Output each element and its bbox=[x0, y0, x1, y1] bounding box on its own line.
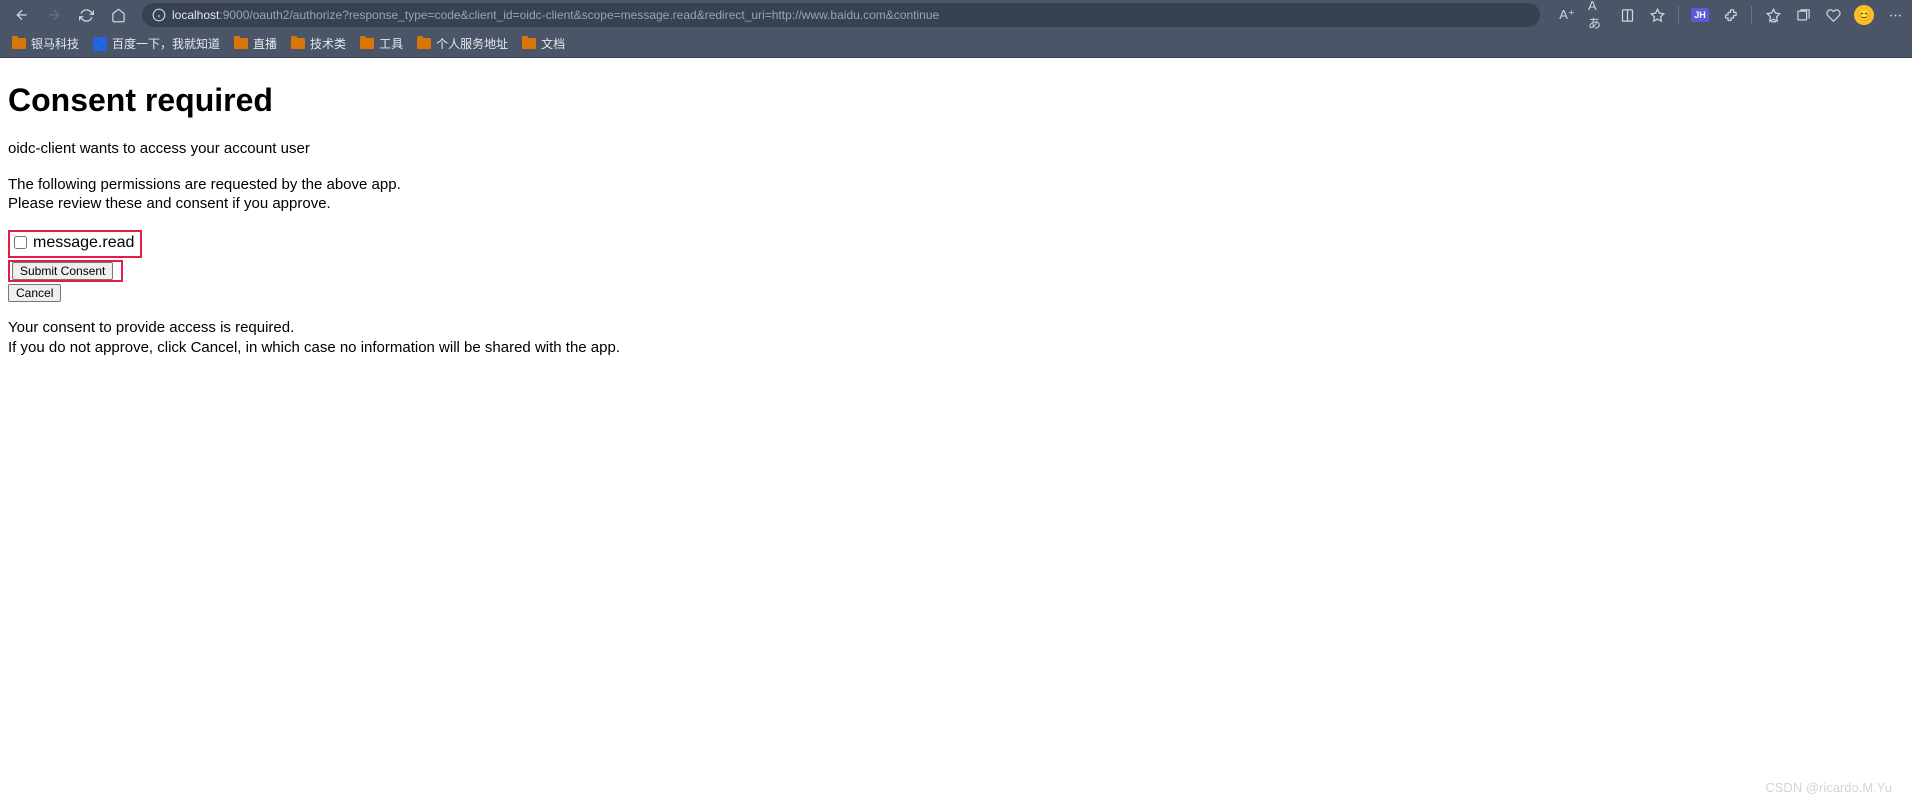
bookmark-item[interactable]: 工具 bbox=[360, 35, 403, 52]
bookmark-item[interactable]: 直播 bbox=[234, 35, 277, 52]
bookmark-item[interactable]: 🐾 百度一下，我就知道 bbox=[93, 35, 220, 52]
bookmark-item[interactable]: 个人服务地址 bbox=[417, 35, 508, 52]
bookmark-label: 个人服务地址 bbox=[436, 35, 508, 52]
bookmark-label: 百度一下，我就知道 bbox=[112, 35, 220, 52]
folder-icon bbox=[291, 38, 305, 49]
bookmark-item[interactable]: 银马科技 bbox=[12, 35, 79, 52]
bookmark-label: 文档 bbox=[541, 35, 565, 52]
toolbar-right: A⁺ Aあ JH 😊 bbox=[1558, 5, 1904, 25]
separator bbox=[1751, 6, 1752, 24]
bookmark-label: 技术类 bbox=[310, 35, 346, 52]
address-bar[interactable]: localhost:9000/oauth2/authorize?response… bbox=[142, 3, 1540, 27]
submit-highlight: Submit Consent bbox=[8, 260, 123, 282]
submit-consent-button[interactable]: Submit Consent bbox=[12, 262, 113, 280]
bookmark-label: 银马科技 bbox=[31, 35, 79, 52]
folder-icon bbox=[522, 38, 536, 49]
folder-icon bbox=[234, 38, 248, 49]
cancel-button[interactable]: Cancel bbox=[8, 284, 61, 302]
back-button[interactable] bbox=[8, 1, 36, 29]
bookmark-label: 工具 bbox=[379, 35, 403, 52]
performance-icon[interactable] bbox=[1824, 6, 1842, 24]
extensions-icon[interactable] bbox=[1721, 6, 1739, 24]
avatar[interactable]: 😊 bbox=[1854, 5, 1874, 25]
home-button[interactable] bbox=[104, 1, 132, 29]
scope-checkbox[interactable] bbox=[14, 236, 27, 249]
more-icon[interactable] bbox=[1886, 6, 1904, 24]
favorites-list-icon[interactable] bbox=[1764, 6, 1782, 24]
forward-button[interactable] bbox=[40, 1, 68, 29]
intro-text: oidc-client wants to access your account… bbox=[8, 139, 1904, 159]
reading-view-icon[interactable] bbox=[1618, 6, 1636, 24]
favorite-icon[interactable] bbox=[1648, 6, 1666, 24]
folder-icon bbox=[12, 38, 26, 49]
folder-icon bbox=[360, 38, 374, 49]
separator bbox=[1678, 6, 1679, 24]
text-size-icon[interactable]: A⁺ bbox=[1558, 6, 1576, 24]
bookmarks-bar: 银马科技 🐾 百度一下，我就知道 直播 技术类 工具 个人服务地址 文档 bbox=[0, 30, 1912, 58]
collections-icon[interactable] bbox=[1794, 6, 1812, 24]
bookmark-item[interactable]: 技术类 bbox=[291, 35, 346, 52]
scope-box: message.read bbox=[8, 230, 142, 259]
refresh-button[interactable] bbox=[72, 1, 100, 29]
url-path: :9000/oauth2/authorize?response_type=cod… bbox=[219, 8, 939, 22]
footer-text: Your consent to provide access is requir… bbox=[8, 318, 1904, 357]
page-title: Consent required bbox=[8, 82, 1904, 119]
nav-bar: localhost:9000/oauth2/authorize?response… bbox=[0, 0, 1912, 30]
url-host: localhost bbox=[172, 8, 219, 22]
browser-chrome: localhost:9000/oauth2/authorize?response… bbox=[0, 0, 1912, 58]
translate-icon[interactable]: Aあ bbox=[1588, 6, 1606, 24]
page-content: Consent required oidc-client wants to ac… bbox=[0, 58, 1912, 389]
info-icon[interactable] bbox=[152, 8, 166, 22]
bookmark-label: 直播 bbox=[253, 35, 277, 52]
bookmark-item[interactable]: 文档 bbox=[522, 35, 565, 52]
folder-icon bbox=[417, 38, 431, 49]
profile-badge[interactable]: JH bbox=[1691, 8, 1709, 22]
watermark: CSDN @ricardo.M.Yu bbox=[1765, 780, 1892, 795]
baidu-icon: 🐾 bbox=[93, 37, 107, 51]
scope-label[interactable]: message.read bbox=[14, 234, 134, 252]
permissions-text: The following permissions are requested … bbox=[8, 175, 1904, 214]
